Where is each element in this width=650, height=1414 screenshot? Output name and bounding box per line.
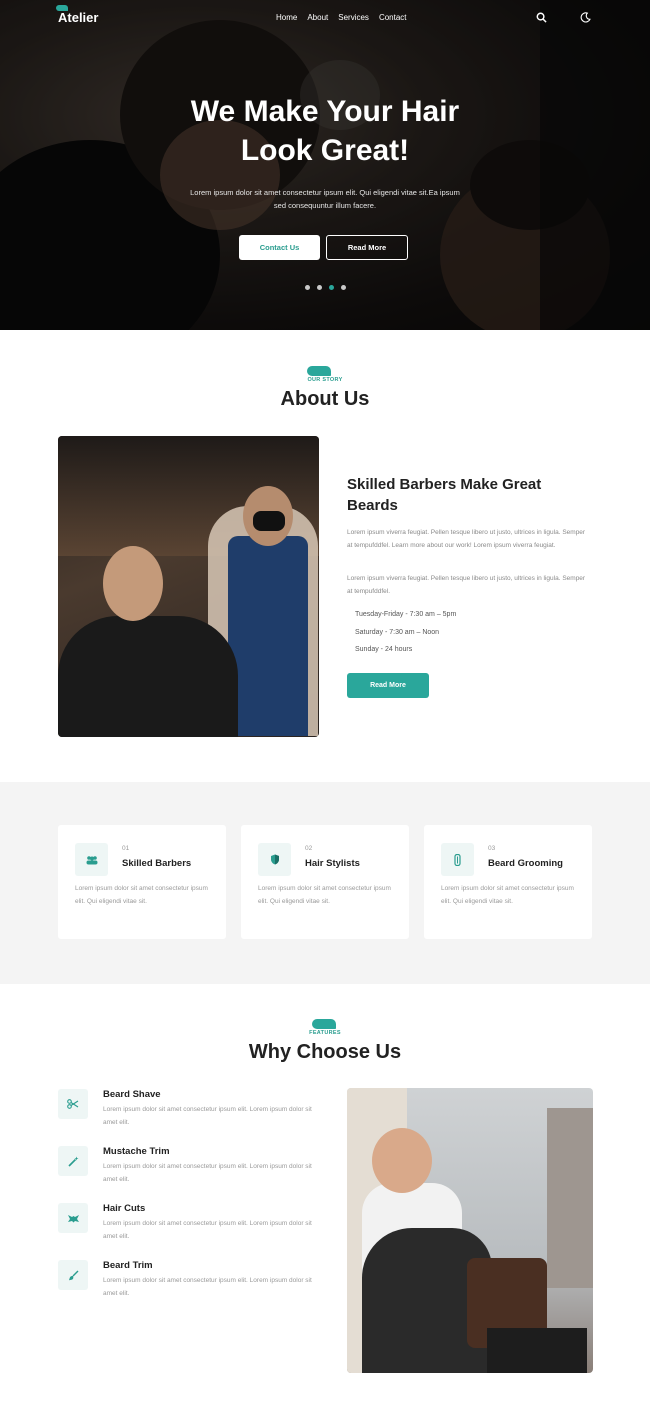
feature-card-hair-stylists: 02 Hair Stylists Lorem ipsum dolor sit a… [241,825,409,939]
hero-title-line-2: Look Great! [240,134,410,167]
slider-dots [305,285,346,290]
section-leaf-icon [312,1019,336,1029]
slider-dot[interactable] [341,285,346,290]
scissors-icon [58,1089,88,1119]
slider-dot[interactable] [305,285,310,290]
why-title: Why Choose Us [248,1041,402,1063]
about-heading: Skilled Barbers Make Great Beards [347,476,542,514]
why-item-title: Mustache Trim [103,1146,170,1157]
why-item-text: Lorem ipsum dolor sit amet consectetur i… [103,1277,312,1297]
hero-read-more-button[interactable]: Read More [326,235,408,260]
feature-number: 02 [305,845,313,852]
hero-section: Atelier Home About Services Contact We M… [0,0,650,330]
feature-title: Hair Stylists [305,858,360,869]
nav-item-services[interactable]: Services [338,13,369,22]
why-item-text: Lorem ipsum dolor sit amet consectetur i… [103,1220,312,1240]
nav-item-home[interactable]: Home [276,13,297,22]
feature-number: 01 [122,845,130,852]
site-logo[interactable]: Atelier [56,5,99,25]
slider-dot-active[interactable] [329,285,334,290]
search-icon[interactable] [536,12,547,26]
contact-us-button[interactable]: Contact Us [239,235,320,260]
feature-title: Skilled Barbers [122,858,192,869]
section-leaf-icon [307,366,331,376]
feature-number: 03 [488,845,496,852]
nav-item-about[interactable]: About [307,13,328,22]
slider-dot[interactable] [317,285,322,290]
about-read-more-button[interactable]: Read More [347,673,429,698]
wand-icon [58,1146,88,1176]
why-barber-image [347,1088,593,1373]
about-paragraph-2: Lorem ipsum viverra feugiat. Pellen tesq… [347,575,586,595]
feature-title: Beard Grooming [488,858,563,869]
main-menu: Home About Services Contact [276,13,407,22]
section-tag-our-story: OUR STORY [307,377,343,383]
hours-line: Sunday - 24 hours [355,646,413,653]
hero-title-line-1: We Make Your Hair [190,95,460,128]
hours-line: Tuesday-Friday - 7:30 am – 5pm [355,611,457,618]
section-tag-features: FEATURES [309,1030,341,1036]
users-icon [75,843,108,876]
moon-icon[interactable] [580,12,591,26]
why-item-title: Beard Shave [103,1089,161,1100]
feature-card-skilled-barbers: 01 Skilled Barbers Lorem ipsum dolor sit… [58,825,226,939]
why-item-text: Lorem ipsum dolor sit amet consectetur i… [103,1163,312,1183]
hours-line: Saturday - 7:30 am – Noon [355,628,440,636]
comb-icon [441,843,474,876]
about-title: About Us [280,388,370,410]
hero-subtitle: Lorem ipsum dolor sit amet consectetur i… [190,188,460,210]
logo-leaf-icon [56,5,68,11]
feature-text: Lorem ipsum dolor sit amet consectetur i… [441,885,574,905]
hero-title: We Make Your Hair Look Great! [0,92,650,170]
feature-text: Lorem ipsum dolor sit amet consectetur i… [75,885,208,905]
brush-icon [58,1260,88,1290]
why-item-title: Beard Trim [103,1260,153,1271]
why-item-title: Hair Cuts [103,1203,146,1214]
top-nav: Atelier Home About Services Contact [0,0,650,38]
nav-item-contact[interactable]: Contact [379,13,407,22]
shield-icon [258,843,291,876]
feature-text: Lorem ipsum dolor sit amet consectetur i… [258,885,391,905]
why-item-text: Lorem ipsum dolor sit amet consectetur i… [103,1106,312,1126]
clipper-icon [58,1203,88,1233]
about-paragraph-1: Lorem ipsum viverra feugiat. Pellen tesq… [347,529,586,549]
feature-card-beard-grooming: 03 Beard Grooming Lorem ipsum dolor sit … [424,825,592,939]
opening-hours: Tuesday-Friday - 7:30 am – 5pm Saturday … [355,609,456,662]
logo-text: Atelier [58,10,99,25]
about-barber-image [58,436,319,737]
